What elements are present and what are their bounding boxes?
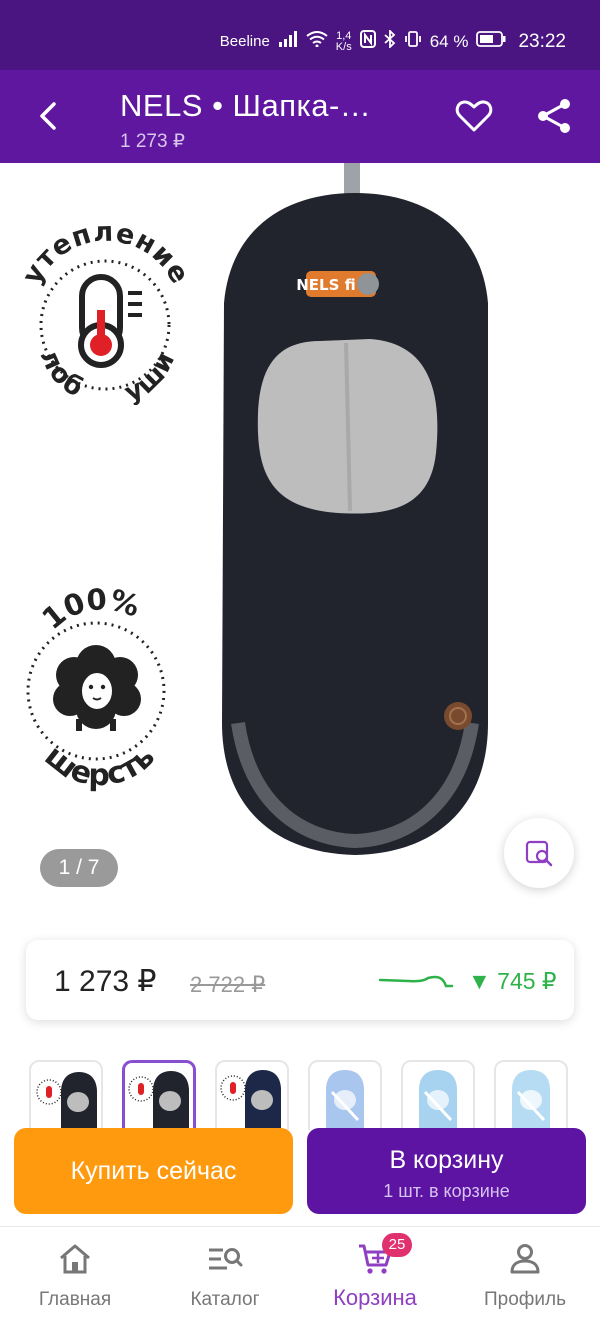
bottom-navigation: Главная Каталог 25 Корзина Профиль (0, 1226, 600, 1319)
clock: 23:22 (518, 30, 566, 52)
price-history-graph-icon (378, 975, 454, 988)
favorite-button[interactable] (452, 94, 496, 138)
wool-badge-bottom-text: шерсть (38, 738, 162, 793)
heart-icon (455, 100, 493, 132)
svg-text:уши: уши (120, 347, 181, 405)
battery-icon (476, 31, 506, 52)
wifi-icon (306, 31, 328, 52)
image-search-icon (525, 840, 553, 867)
wool-badge-icon: 100% шерсть (26, 583, 166, 793)
nav-home-label: Главная (38, 1289, 112, 1310)
status-bar: Beeline 1,4 K/s 64 % 23:22 (0, 0, 600, 70)
nfc-icon (359, 30, 376, 53)
visual-search-button[interactable] (504, 818, 574, 888)
hat-logo-text: NELS fi (296, 276, 356, 294)
chevron-left-icon (40, 102, 56, 130)
svg-text:шерсть: шерсть (38, 738, 162, 793)
nav-profile[interactable]: Профиль (450, 1227, 600, 1319)
home-icon (60, 1244, 90, 1274)
thumbnail-image (419, 1070, 457, 1130)
user-icon (510, 1244, 540, 1274)
price-drop: ▼ 745 ₽ (468, 968, 557, 994)
page-title: NELS • Шапка-… (120, 88, 372, 123)
add-to-cart-label: В корзину (389, 1146, 504, 1174)
in-cart-count: 1 шт. в корзине (383, 1181, 510, 1201)
battery-percent: 64 % (429, 31, 469, 51)
cart-count-badge: 25 (382, 1233, 412, 1257)
price-card[interactable]: 1 273 ₽ 2 722 ₽ ▼ 745 ₽ (26, 940, 574, 1020)
carrier-name: Beeline (219, 33, 270, 50)
back-button[interactable] (26, 94, 70, 138)
thumbnail-image (220, 1070, 281, 1130)
current-price: 1 273 ₽ (54, 965, 157, 998)
thermometer-icon (78, 274, 142, 368)
product-gallery[interactable]: утепление лоб уши 100% шерсть NELS fi 1 … (0, 163, 600, 903)
buy-now-button[interactable]: Купить сейчас (14, 1128, 293, 1214)
share-icon (538, 99, 570, 133)
nav-profile-label: Профиль (483, 1289, 567, 1310)
nav-catalog-label: Каталог (190, 1289, 260, 1310)
svg-text:100%: 100% (36, 583, 144, 636)
thumbnail-3[interactable] (215, 1060, 289, 1130)
thumbnail-4[interactable] (308, 1060, 382, 1130)
nav-cart[interactable]: 25 Корзина (300, 1227, 450, 1319)
bluetooth-icon (384, 28, 396, 53)
thumbnail-image (326, 1070, 364, 1130)
network-speed-unit: K/s (335, 40, 352, 53)
thumbnail-5[interactable] (401, 1060, 475, 1130)
thumbnail-strip[interactable] (0, 1058, 600, 1130)
thumbnail-1[interactable] (29, 1060, 103, 1130)
old-price: 2 722 ₽ (190, 972, 266, 997)
thumbnail-image (128, 1071, 189, 1130)
nav-catalog[interactable]: Каталог (150, 1227, 300, 1319)
thumbnail-2[interactable] (122, 1060, 196, 1130)
nav-cart-label: Корзина (333, 1285, 417, 1310)
catalog-search-icon (209, 1248, 243, 1270)
nav-home[interactable]: Главная (0, 1227, 150, 1319)
add-to-cart-button[interactable]: В корзину 1 шт. в корзине (307, 1128, 586, 1214)
app-bar: NELS • Шапка-… 1 273 ₽ (0, 70, 600, 163)
warmth-badge-icon: утепление лоб уши (16, 217, 194, 405)
warmth-badge-right-text: уши (120, 347, 180, 405)
wool-badge-top-text: 100% (36, 583, 144, 636)
sheep-icon (53, 645, 141, 731)
image-counter: 1 / 7 (40, 849, 118, 887)
network-speed-value: 1,4 (336, 29, 352, 42)
thumbnail-image (512, 1070, 550, 1130)
network-speed: 1,4 K/s (335, 29, 352, 53)
header-price: 1 273 ₽ (120, 131, 185, 152)
share-button[interactable] (532, 94, 576, 138)
product-image-hat: NELS fi (222, 163, 488, 855)
thumbnail-image (36, 1072, 97, 1130)
vibrate-icon (404, 30, 422, 53)
thumbnail-6[interactable] (494, 1060, 568, 1130)
signal-icon (278, 31, 298, 52)
